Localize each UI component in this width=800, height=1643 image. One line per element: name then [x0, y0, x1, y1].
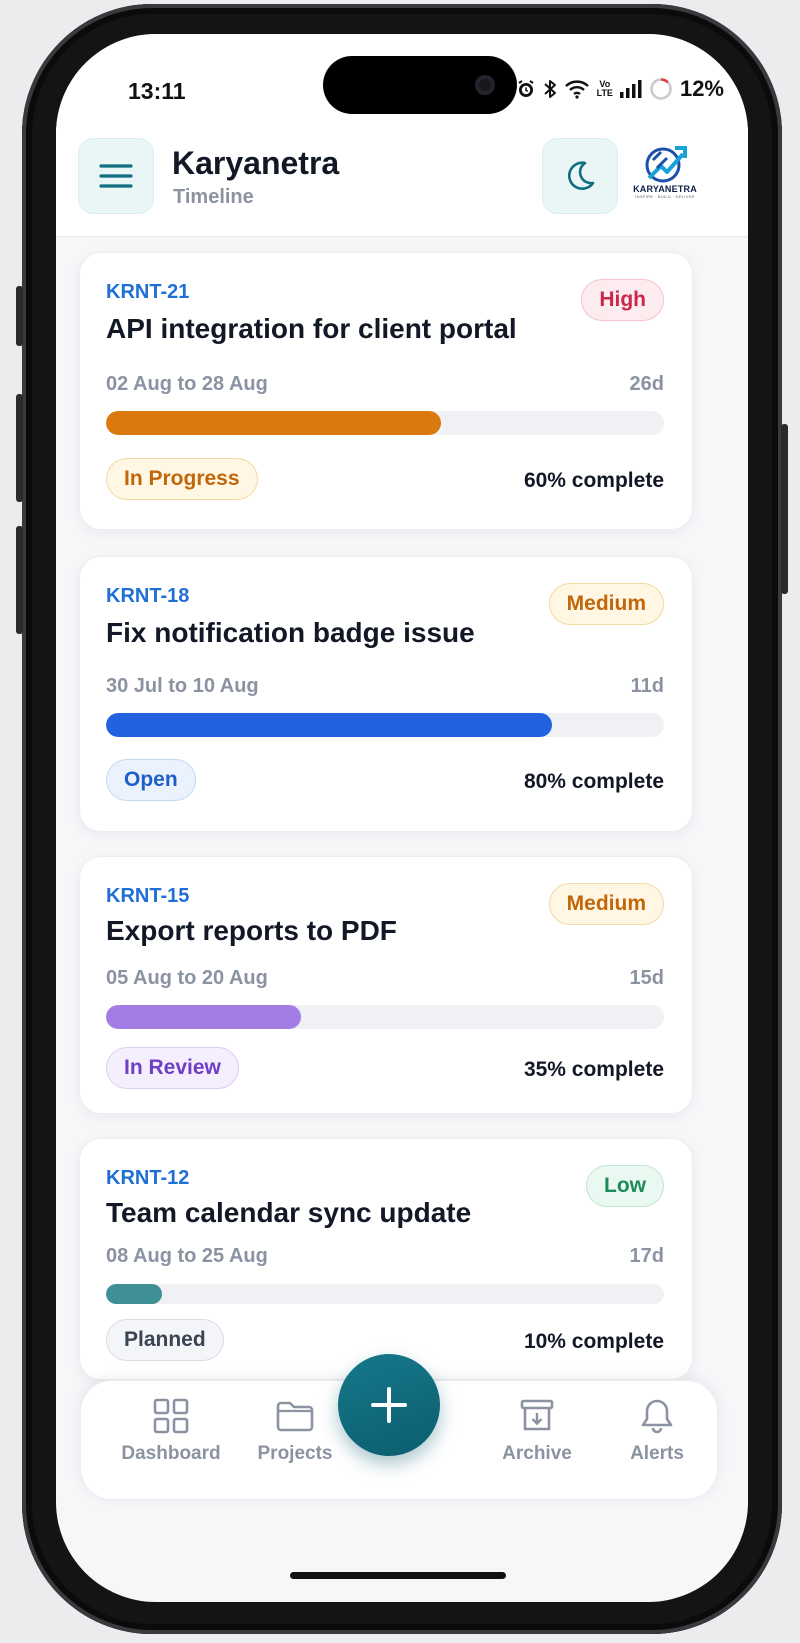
nav-dashboard[interactable]: Dashboard — [111, 1397, 231, 1465]
task-dates: 02 Aug to 28 Aug — [106, 373, 268, 395]
volume-down-button — [16, 526, 23, 634]
phone-frame: 13:11 Vo LTE 12% Karyanetra Timeline KAR… — [16, 4, 788, 1634]
progress-fill — [106, 411, 441, 435]
brand-logo: KARYANETRA INSPIRE · BUILD · DELIVER — [630, 142, 700, 208]
plus-icon — [371, 1387, 407, 1423]
alarm-icon — [518, 80, 534, 97]
progress-label: 80% complete — [523, 770, 664, 793]
moon-icon — [567, 161, 595, 190]
status-chip[interactable]: Planned — [106, 1319, 224, 1361]
priority-badge: Low — [586, 1165, 664, 1207]
progress-track — [106, 713, 664, 737]
task-title: Team calendar sync update — [106, 1197, 472, 1228]
status-chip[interactable]: Open — [106, 759, 196, 801]
task-card[interactable]: KRNT-21 High API integration for client … — [79, 252, 693, 530]
progress-fill — [106, 1005, 302, 1029]
task-id: KRNT-15 — [106, 885, 190, 907]
task-dates: 30 Jul to 10 Aug — [106, 675, 259, 697]
task-dates: 05 Aug to 20 Aug — [106, 967, 268, 989]
volume-up-button — [16, 394, 23, 502]
nav-projects[interactable]: Projects — [235, 1397, 355, 1465]
status-chip[interactable]: In Review — [106, 1047, 239, 1089]
task-title: API integration for client portal — [106, 313, 517, 344]
home-indicator — [290, 1572, 506, 1579]
task-duration: 11d — [630, 675, 664, 697]
add-task-button[interactable] — [338, 1354, 440, 1456]
task-card[interactable]: KRNT-15 Medium Export reports to PDF 05 … — [79, 856, 693, 1114]
priority-badge: Medium — [548, 583, 664, 625]
hamburger-icon — [99, 164, 133, 188]
progress-track — [106, 411, 664, 435]
task-id: KRNT-12 — [106, 1167, 190, 1189]
volte-indicator: Vo LTE — [596, 79, 613, 98]
status-chip[interactable]: In Progress — [106, 458, 258, 500]
folder-icon — [276, 1401, 314, 1432]
priority-badge: High — [581, 279, 664, 321]
front-camera — [475, 75, 495, 95]
progress-label: 35% complete — [523, 1058, 664, 1081]
dynamic-island — [323, 56, 517, 114]
theme-toggle-button[interactable] — [542, 138, 618, 214]
logo-tagline: INSPIRE · BUILD · DELIVER — [635, 194, 695, 199]
task-title: Fix notification badge issue — [106, 617, 475, 648]
nav-alerts-label: Alerts — [630, 1443, 684, 1464]
signal-icon — [619, 80, 642, 98]
app-title: Karyanetra — [172, 145, 340, 181]
battery-percent: 12% — [679, 76, 724, 101]
battery-ring-icon — [650, 78, 672, 100]
task-dates: 08 Aug to 25 Aug — [106, 1245, 268, 1267]
nav-archive[interactable]: Archive — [477, 1397, 597, 1465]
progress-track — [106, 1005, 664, 1029]
bell-icon — [641, 1399, 673, 1434]
task-card[interactable]: KRNT-12 Low Team calendar sync update 08… — [79, 1138, 693, 1380]
nav-projects-label: Projects — [257, 1443, 333, 1464]
task-title: Export reports to PDF — [106, 915, 397, 946]
task-duration: 26d — [629, 373, 664, 395]
status-time: 13:11 — [128, 78, 186, 104]
app-header: Karyanetra Timeline KARYANETRA INSPIRE ·… — [56, 134, 748, 237]
logo-mark-icon — [645, 146, 687, 183]
progress-label: 60% complete — [523, 469, 664, 492]
nav-archive-label: Archive — [502, 1443, 572, 1464]
logo-wordmark: KARYANETRA — [633, 184, 697, 194]
bluetooth-icon — [543, 80, 556, 98]
task-id: KRNT-18 — [106, 585, 190, 607]
status-icons: Vo LTE 12% — [516, 76, 724, 102]
app-subtitle: Timeline — [173, 186, 254, 208]
task-id: KRNT-21 — [106, 281, 190, 303]
screen: 13:11 Vo LTE 12% Karyanetra Timeline KAR… — [56, 34, 748, 1602]
archive-box-icon — [520, 1399, 554, 1431]
priority-badge: Medium — [548, 883, 664, 925]
dashboard-grid-icon — [153, 1398, 189, 1434]
nav-dashboard-label: Dashboard — [121, 1443, 221, 1464]
progress-fill — [106, 1284, 162, 1304]
progress-fill — [106, 713, 553, 737]
status-bar: 13:11 Vo LTE 12% — [56, 34, 748, 134]
power-button — [781, 424, 788, 594]
wifi-icon — [564, 80, 589, 99]
nav-alerts[interactable]: Alerts — [597, 1397, 717, 1465]
task-duration: 15d — [629, 967, 664, 989]
menu-button[interactable] — [78, 138, 154, 214]
task-duration: 17d — [629, 1245, 664, 1267]
progress-label: 10% complete — [523, 1330, 664, 1353]
action-button — [16, 286, 23, 346]
progress-track — [106, 1284, 664, 1304]
task-card[interactable]: KRNT-18 Medium Fix notification badge is… — [79, 556, 693, 832]
